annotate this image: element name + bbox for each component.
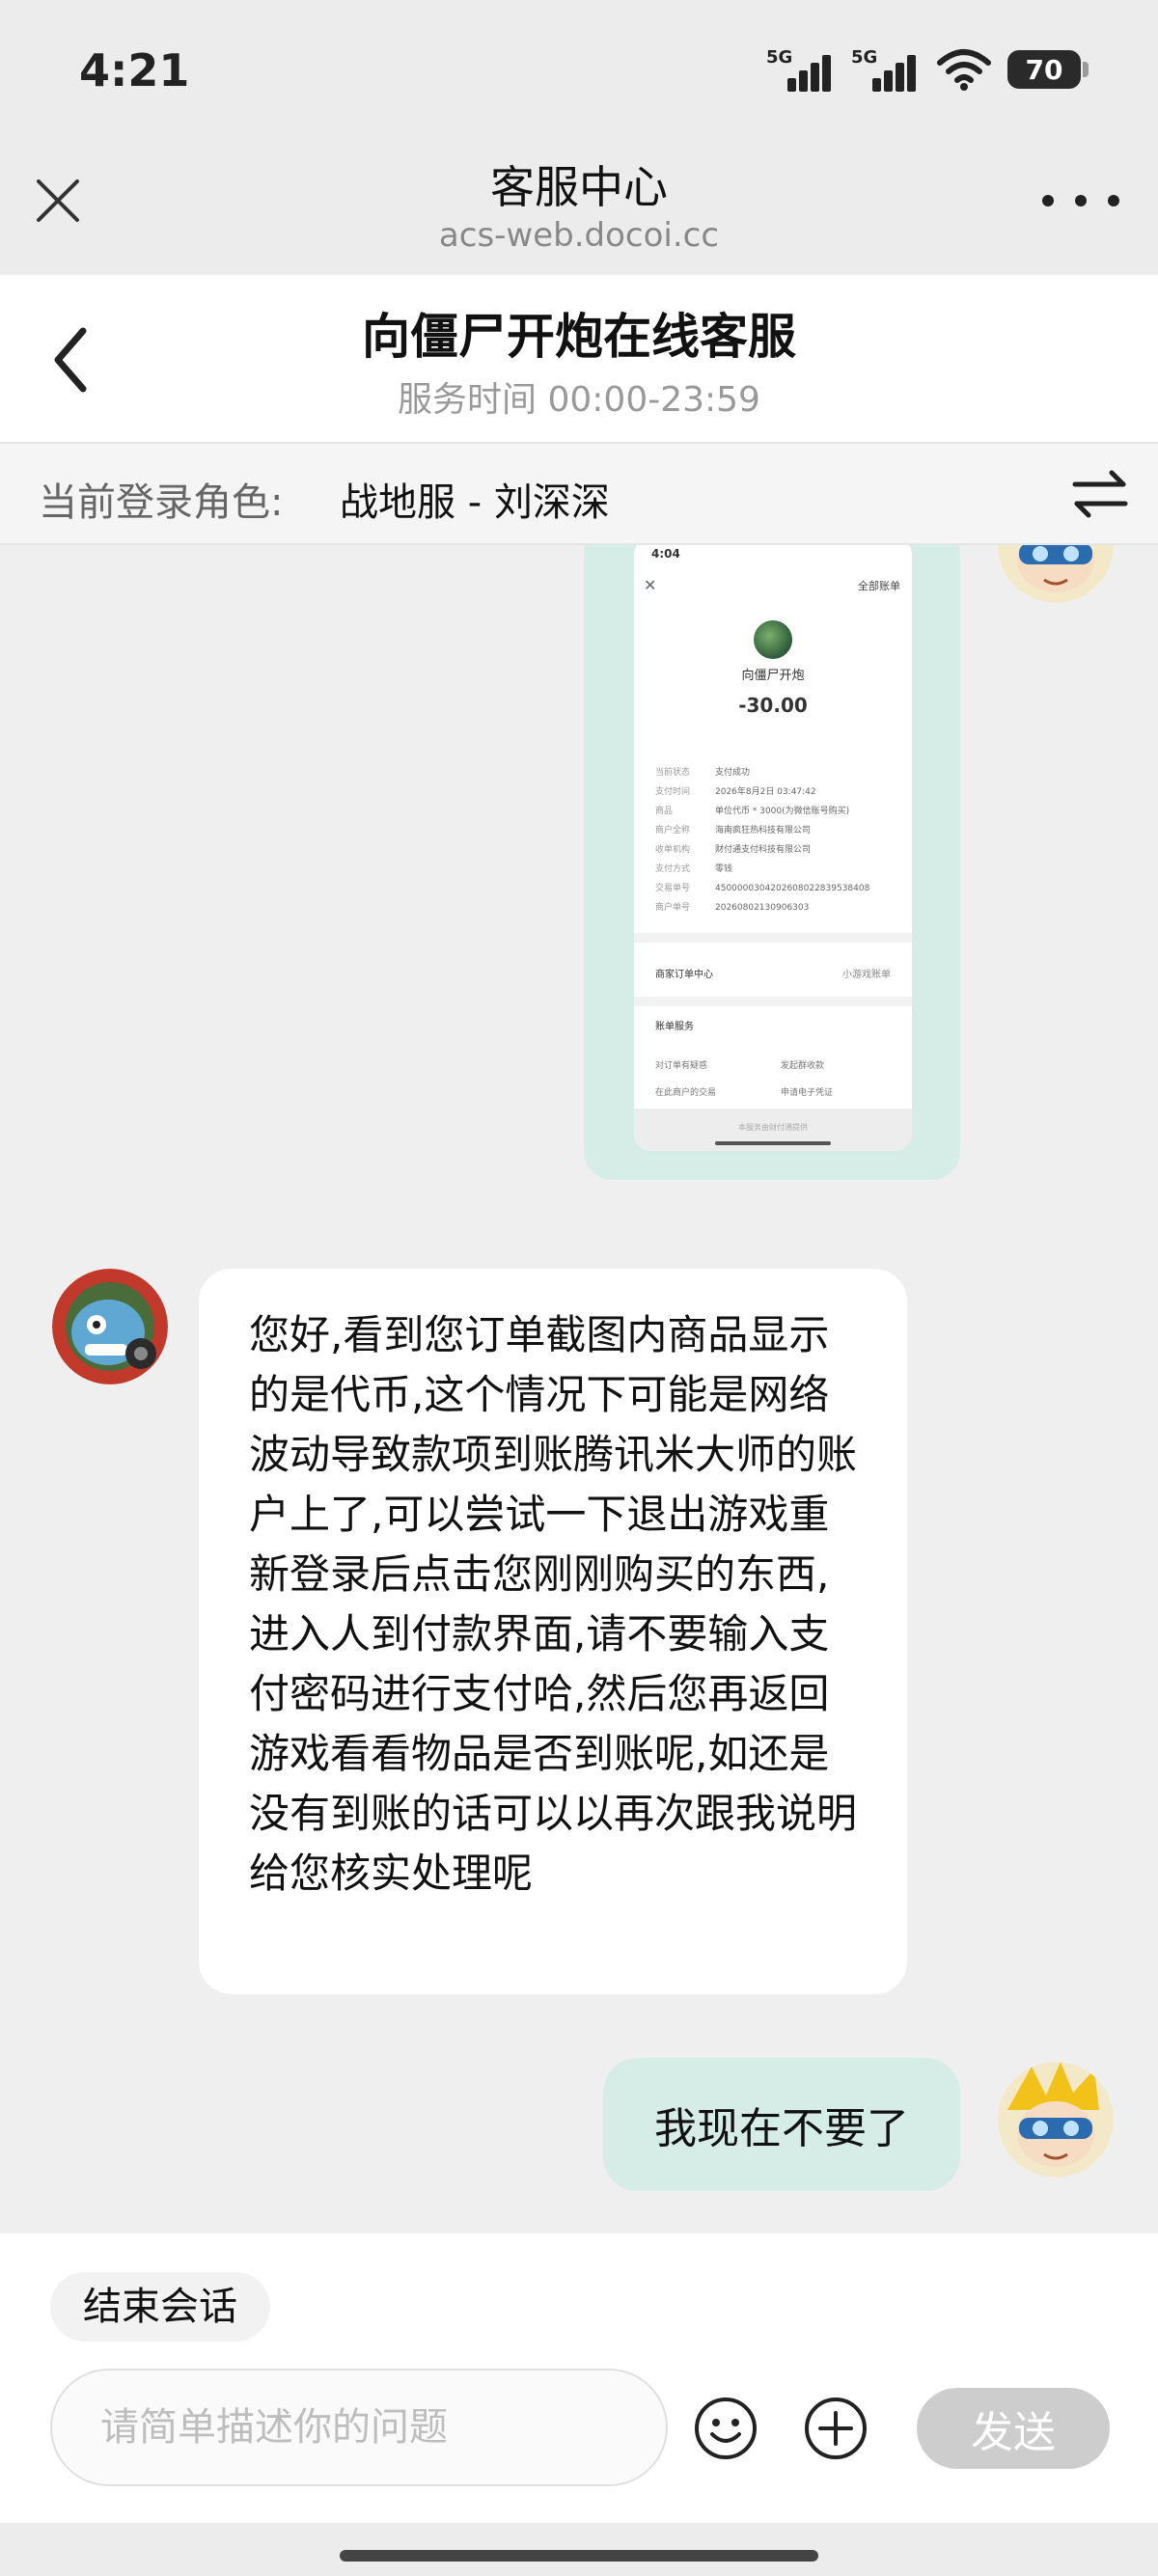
screenshot-row: 收单机构 财付通支付科技有限公司 (655, 845, 812, 855)
status-icons: 5G 5G 70 (766, 41, 1089, 98)
status-time: 4:21 (79, 44, 190, 96)
role-label: 当前登录角色: (39, 480, 284, 525)
role-bar: 当前登录角色: 战地服 - 刘深深 (0, 444, 1158, 545)
screenshot-order-center: 商家订单中心 (655, 970, 713, 980)
screenshot-row: 交易单号 4500000304202608022839538408 (655, 884, 870, 893)
screenshot-home-indicator (715, 1141, 831, 1145)
user-message-text: 我现在不要了 (654, 2104, 909, 2153)
screenshot-row: 当前状态 支付成功 (655, 768, 751, 778)
screenshot-account-service: 账单服务 (655, 1022, 694, 1032)
user-avatar (998, 545, 1114, 603)
page-url: acs-web.docoi.cc (438, 216, 720, 255)
screenshot-all-bills: 全部账单 (858, 580, 900, 592)
screenshot-option: 在此商户的交易 (655, 1088, 717, 1098)
system-nav-bar (0, 2523, 1158, 2576)
service-header: 向僵尸开炮在线客服 服务时间 00:00-23:59 (0, 275, 1158, 444)
screenshot-divider (634, 997, 912, 1006)
screenshot-merchant-logo (754, 620, 792, 659)
agent-avatar (52, 1269, 168, 1384)
battery-level: 70 (1025, 53, 1063, 86)
screenshot-row: 支付时间 2026年8月2日 03:47:42 (655, 787, 816, 797)
composer: 结束会话 发送 (0, 2233, 1158, 2523)
user-avatar (998, 2062, 1114, 2178)
status-bar: 4:21 5G 5G 70 (0, 0, 1158, 135)
page-title: 客服中心 (490, 161, 668, 213)
screenshot-option: 对订单有疑惑 (655, 1061, 708, 1071)
screenshot-row: 支付方式 零钱 (655, 864, 733, 874)
screenshot-mini-program: 小游戏账单 (842, 970, 891, 980)
emoji-icon[interactable] (693, 2396, 758, 2461)
signal-5g-icon: 5G (851, 47, 921, 92)
battery-icon: 70 (1007, 50, 1089, 89)
payment-screenshot: 4:04 ✕ 全部账单 向僵尸开炮 -30.00 当前状态 支付成功 支付时间 20… (634, 545, 912, 1151)
home-indicator[interactable] (340, 2550, 818, 2562)
wifi-icon (937, 49, 991, 91)
screenshot-row: 商品 单位代币 * 3000(为微信账号购买) (655, 807, 850, 816)
screenshot-option: 发起群收款 (781, 1061, 825, 1071)
screenshot-merchant: 向僵尸开炮 (741, 669, 805, 683)
end-session-button[interactable]: 结束会话 (50, 2272, 270, 2342)
image-message[interactable]: 4:04 ✕ 全部账单 向僵尸开炮 -30.00 当前状态 支付成功 支付时间 20… (584, 545, 960, 1180)
screenshot-row: 商户单号 20260802130906303 (655, 903, 810, 913)
agent-message: 您好,看到您订单截图内商品显示的是代币,这个情况下可能是网络波动导致款项到账腾讯… (199, 1269, 907, 1994)
user-message: 我现在不要了 (603, 2058, 960, 2191)
screenshot-divider (634, 933, 912, 943)
webview-header: 客服中心 acs-web.docoi.cc (0, 135, 1158, 275)
more-icon[interactable] (1042, 183, 1119, 218)
send-button[interactable]: 发送 (917, 2388, 1110, 2469)
service-hours: 服务时间 00:00-23:59 (398, 380, 760, 420)
signal-5g-icon: 5G (766, 47, 836, 92)
role-value: 战地服 - 刘深深 (340, 480, 610, 525)
message-input[interactable] (50, 2369, 668, 2486)
service-title: 向僵尸开炮在线客服 (362, 309, 796, 365)
screenshot-amount: -30.00 (738, 694, 808, 717)
chat-area[interactable]: 4:04 ✕ 全部账单 向僵尸开炮 -30.00 当前状态 支付成功 支付时间 20… (0, 545, 1158, 2233)
screenshot-close-icon: ✕ (644, 576, 657, 594)
plus-icon[interactable] (803, 2396, 868, 2461)
screenshot-time: 4:04 (651, 547, 680, 561)
screenshot-option: 申请电子凭证 (781, 1088, 834, 1098)
screenshot-row: 商户全称 海南疯狂热科技有限公司 (655, 826, 812, 836)
switch-icon[interactable] (1069, 465, 1131, 523)
